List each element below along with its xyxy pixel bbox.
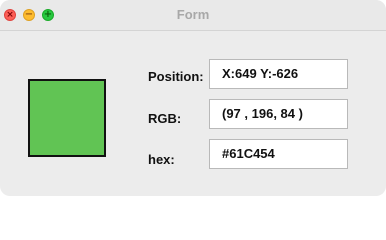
- position-label: Position:: [148, 69, 204, 84]
- form-window: × − + Form Position: X:649 Y:-626 RGB: (…: [0, 0, 386, 196]
- rgb-label: RGB:: [148, 111, 182, 126]
- rgb-field[interactable]: (97 , 196, 84 ): [209, 99, 348, 129]
- window-title: Form: [176, 7, 210, 22]
- color-swatch: [28, 79, 106, 157]
- position-field[interactable]: X:649 Y:-626: [209, 59, 348, 89]
- hex-label: hex:: [148, 152, 175, 167]
- hex-field[interactable]: #61C454: [209, 139, 348, 169]
- title-bar: × − + Form: [0, 0, 386, 31]
